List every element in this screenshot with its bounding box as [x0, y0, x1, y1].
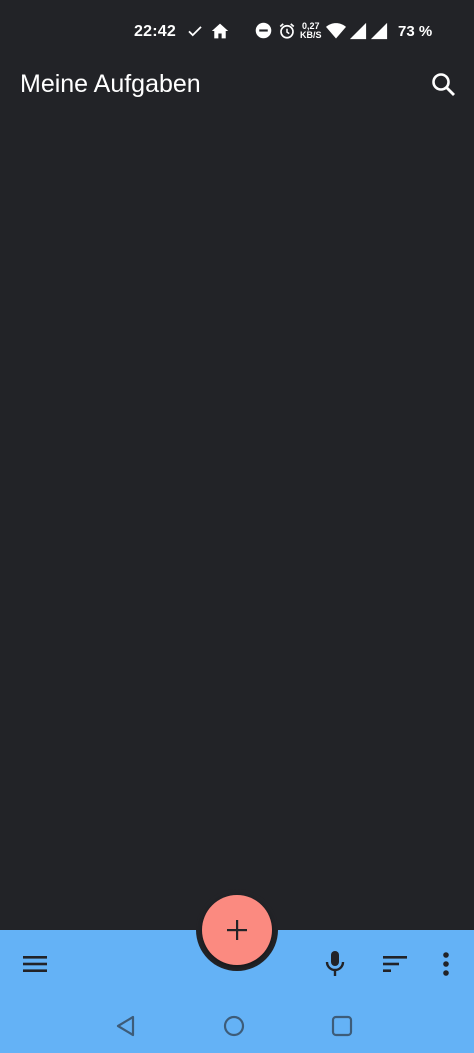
mic-icon: [324, 951, 346, 982]
home-icon: [210, 22, 230, 45]
home-circle-icon: [222, 1015, 246, 1042]
app-bar: Meine Aufgaben: [0, 64, 474, 118]
search-icon: [428, 73, 460, 105]
signal-icon: [370, 22, 388, 45]
back-icon: [114, 1015, 138, 1042]
menu-icon: [22, 956, 48, 980]
battery-level: 73 %: [398, 23, 433, 40]
page-title: Meine Aufgaben: [20, 70, 201, 98]
network-speed: 0,27 KB/S: [300, 22, 322, 40]
nav-recents-button[interactable]: [330, 1014, 354, 1043]
nav-back-button[interactable]: [114, 1014, 138, 1043]
status-time: 22:42: [134, 23, 176, 40]
status-bar: 22:42 0,27 KB/S 73 %: [0, 0, 474, 64]
task-list: [0, 118, 474, 930]
more-options-button[interactable]: [438, 950, 454, 983]
nav-home-button[interactable]: [222, 1014, 246, 1043]
add-task-button[interactable]: [202, 895, 272, 965]
search-button[interactable]: [428, 69, 460, 101]
alarm-icon: [278, 22, 296, 45]
add-icon: [227, 920, 247, 940]
do-not-disturb-icon: [255, 22, 272, 44]
signal-icon: [349, 22, 367, 45]
menu-button[interactable]: [22, 952, 48, 981]
more-vert-icon: [438, 952, 454, 982]
recents-icon: [330, 1015, 354, 1042]
check-icon: [186, 22, 204, 45]
sort-icon: [382, 956, 408, 980]
network-speed-unit: KB/S: [300, 30, 322, 40]
sort-button[interactable]: [382, 952, 408, 981]
wifi-icon: [326, 22, 346, 45]
voice-input-button[interactable]: [324, 950, 346, 983]
